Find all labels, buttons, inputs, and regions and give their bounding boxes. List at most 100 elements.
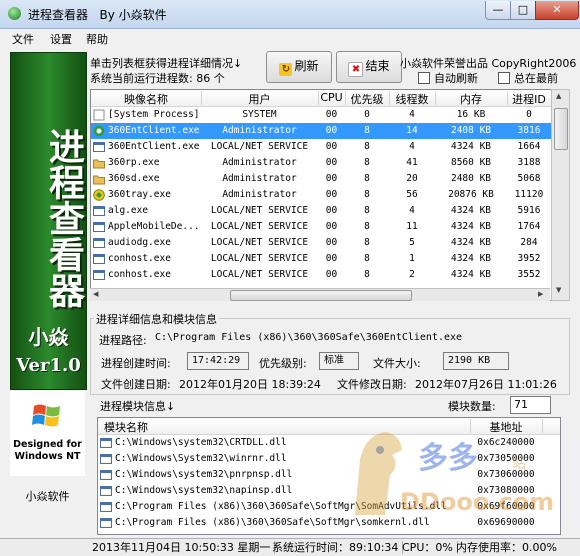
menu-file[interactable]: 文件 [12, 31, 34, 47]
col-module-name[interactable]: 模块名称 [98, 419, 471, 434]
windows-logo-text: Designed for Windows NT [13, 439, 82, 462]
created-label: 进程创建时间: [101, 357, 171, 370]
col-image-name[interactable]: 映像名称 [91, 91, 202, 106]
process-row[interactable]: 360rp.exe Administrator 00 8 41 8560 KB 3188 [91, 155, 551, 171]
module-name: C:\Windows\System32\winrnr.dll [115, 453, 287, 464]
menu-help[interactable]: 帮助 [86, 31, 108, 47]
module-row[interactable]: C:\Windows\system32\pnrpnsp.dll 0x7306000… [98, 467, 560, 483]
scroll-down-arrow-icon[interactable]: ▼ [556, 286, 561, 294]
module-row[interactable]: C:\Windows\System32\winrnr.dll 0x73050000 [98, 451, 560, 467]
module-base-address: 0x69f60000 [477, 501, 535, 512]
process-row[interactable]: conhost.exe LOCAL/NET SERVICE 00 8 2 4324 KB 3… [91, 267, 551, 283]
created-field[interactable]: 17:42:29 [187, 352, 249, 370]
process-mem: 8560 KB [450, 157, 492, 168]
module-count-field[interactable]: 71 [510, 396, 551, 414]
process-thr: 20 [406, 173, 418, 184]
process-pid: 3552 [517, 269, 541, 280]
file-created-value: 2012年01月20日 18:39:24 [179, 378, 321, 391]
process-user: LOCAL/NET SERVICE [210, 141, 309, 152]
menu-bar: 文件 设置 帮助 [0, 29, 580, 47]
process-mem: 16 KB [456, 109, 486, 120]
process-pid: 284 [520, 237, 538, 248]
module-window-icon [100, 454, 112, 464]
module-list[interactable]: 模块名称 基地址 C:\Windows\system32\CRTDLL.dll 0… [97, 417, 561, 535]
side-banner-title: 进程查看器 [43, 128, 85, 308]
maximize-button[interactable]: □ [510, 1, 536, 20]
process-mem: 4324 KB [450, 269, 492, 280]
process-row[interactable]: [System Process] SYSTEM 00 0 4 16 KB 0 [91, 107, 551, 123]
status-bar: 2013年11月04日 10:50:33 星期一 系统运行时间：89:10:34… [0, 538, 580, 556]
module-base-address: 0x6c240000 [477, 437, 535, 448]
col-base-address[interactable]: 基地址 [470, 419, 543, 434]
module-row[interactable]: C:\Program Files (x86)\360\360Safe\SoftM… [98, 499, 560, 515]
process-thr: 1 [409, 253, 415, 264]
process-row[interactable]: alg.exe LOCAL/NET SERVICE 00 8 4 4324 KB 5916 [91, 203, 551, 219]
auto-refresh-checkbox[interactable]: 自动刷新 [418, 70, 478, 86]
process-row[interactable]: audiodg.exe LOCAL/NET SERVICE 00 8 5 4324 KB 2… [91, 235, 551, 251]
title-bar[interactable]: 进程查看器 By 小焱软件 — □ ✕ [0, 0, 580, 29]
file-modified-label: 文件修改日期: [337, 378, 407, 391]
process-pid: 3188 [517, 157, 541, 168]
process-window-icon [93, 254, 105, 264]
priority-field[interactable]: 标准 [319, 352, 359, 370]
process-pid: 11120 [514, 189, 544, 200]
process-row[interactable]: conhost.exe LOCAL/NET SERVICE 00 8 1 4324 KB 3… [91, 251, 551, 267]
process-thr: 5 [409, 237, 415, 248]
module-window-icon [100, 470, 112, 480]
side-banner-version: Ver1.0 [16, 355, 81, 376]
process-thr: 56 [406, 189, 418, 200]
scrollbar-thumb[interactable] [554, 108, 568, 150]
process-mem: 4324 KB [450, 221, 492, 232]
menu-settings[interactable]: 设置 [50, 31, 72, 47]
process-row[interactable]: 360tray.exe Administrator 00 8 56 20876 KB 111… [91, 187, 551, 203]
process-shield-icon [93, 189, 105, 201]
module-base-address: 0x69690000 [477, 517, 535, 528]
scroll-up-arrow-icon[interactable]: ▲ [556, 92, 561, 100]
end-process-button[interactable]: ✖ 结束 [336, 51, 402, 83]
size-field[interactable]: 2190 KB [443, 352, 509, 370]
process-360-icon [93, 125, 105, 137]
end-x-icon: ✖ [348, 62, 364, 77]
status-memory: 内存使用率：0.00% [456, 541, 557, 554]
scrollbar-thumb[interactable] [230, 290, 412, 301]
scroll-right-arrow-icon[interactable]: ▶ [538, 290, 543, 298]
col-cpu[interactable]: CPU [318, 91, 346, 105]
process-pid: 5916 [517, 205, 541, 216]
refresh-button[interactable]: ↻ 刷新 [266, 51, 332, 83]
col-memory[interactable]: 内存 [435, 91, 508, 106]
process-thr: 14 [406, 125, 418, 136]
col-priority[interactable]: 优先级 [345, 91, 390, 106]
col-threads[interactable]: 线程数 [389, 91, 436, 106]
checkbox-box[interactable] [418, 72, 430, 84]
col-user[interactable]: 用户 [201, 91, 319, 106]
process-window-icon [93, 238, 105, 248]
module-base-address: 0x73080000 [477, 485, 535, 496]
always-on-top-checkbox[interactable]: 总在最前 [498, 70, 558, 86]
minimize-button[interactable]: — [485, 1, 511, 20]
close-button[interactable]: ✕ [535, 1, 579, 20]
process-name: alg.exe [108, 205, 149, 216]
side-footer-label: 小焱软件 [25, 490, 70, 503]
col-pid[interactable]: 进程ID [507, 91, 551, 106]
module-row[interactable]: C:\Program Files (x86)\360\360Safe\SoftM… [98, 515, 560, 531]
process-row[interactable]: AppleMobileDe... LOCAL/NET SERVICE 00 8 11 43… [91, 219, 551, 235]
process-row[interactable]: 360EntClient.exe Administrator 00 8 14 2408 K… [91, 123, 551, 139]
process-list-vscrollbar[interactable]: ▲ ▼ [551, 89, 570, 301]
process-cpu: 00 [325, 205, 338, 216]
process-name: conhost.exe [108, 269, 171, 280]
module-row[interactable]: C:\Windows\system32\napinsp.dll 0x7308000… [98, 483, 560, 499]
scroll-left-arrow-icon[interactable]: ◀ [93, 290, 98, 298]
module-row[interactable]: C:\Windows\system32\CRTDLL.dll 0x6c240000 [98, 435, 560, 451]
process-list[interactable]: 映像名称 用户 CPU 优先级 线程数 内存 进程ID [System Proc… [90, 89, 552, 301]
status-cpu: CPU：0% [398, 541, 458, 554]
checkbox-box[interactable] [498, 72, 510, 84]
process-row[interactable]: 360sd.exe Administrator 00 8 20 2480 KB 5068 [91, 171, 551, 187]
modules-title: 进程模块信息↓ [100, 400, 176, 413]
process-row[interactable]: 360EntClient.exe LOCAL/NET SERVICE 00 8 4 432… [91, 139, 551, 155]
process-window-icon [93, 222, 105, 232]
process-pri: 8 [364, 173, 370, 184]
status-date: 2013年11月04日 10:50:33 星期一 [88, 541, 276, 554]
process-list-hscrollbar[interactable]: ◀ ▶ [90, 288, 550, 301]
process-pri: 8 [364, 269, 370, 280]
process-user: SYSTEM [242, 109, 277, 120]
